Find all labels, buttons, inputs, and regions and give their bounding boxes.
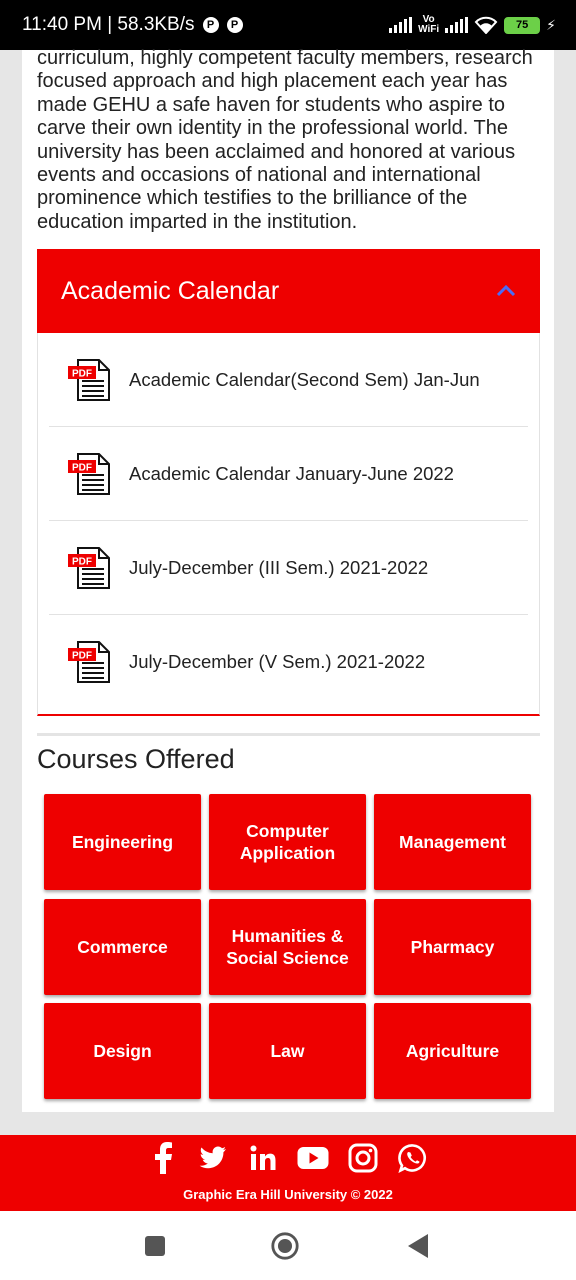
pdf-icon: PDF (68, 358, 110, 401)
facebook-icon[interactable] (145, 1141, 181, 1175)
list-item[interactable]: PDF July-December (III Sem.) 2021-2022 (49, 521, 528, 615)
status-right: Vo WiFi 75 ⚡ (389, 15, 556, 35)
status-time-speed: 11:40 PM | 58.3KB/s (22, 14, 195, 35)
wifi-icon (474, 16, 498, 34)
footer: Graphic Era Hill University © 2022 (0, 1135, 576, 1211)
section-divider (37, 733, 540, 736)
list-item[interactable]: PDF July-December (V Sem.) 2021-2022 (49, 615, 528, 709)
twitter-icon[interactable] (195, 1141, 231, 1175)
academic-calendar-header[interactable]: Academic Calendar (37, 249, 540, 333)
battery-level: 75 (516, 19, 529, 31)
chevron-up-icon[interactable] (496, 281, 516, 301)
notification-icon: P (202, 17, 219, 33)
vowifi-indicator: Vo WiFi (418, 15, 439, 35)
social-links (0, 1141, 576, 1175)
course-button-humanities[interactable]: Humanities & Social Science (209, 898, 366, 995)
signal-icon (445, 17, 469, 33)
copyright-text: Graphic Era Hill University © 2022 (183, 1187, 393, 1202)
course-button-law[interactable]: Law (209, 1003, 366, 1099)
pdf-icon: PDF (68, 641, 110, 683)
back-button[interactable] (403, 1231, 433, 1261)
calendar-item-label[interactable]: July-December (V Sem.) 2021-2022 (129, 651, 425, 673)
course-button-commerce[interactable]: Commerce (44, 898, 201, 995)
youtube-icon[interactable] (295, 1141, 331, 1175)
svg-text:PDF: PDF (72, 368, 92, 379)
pdf-icon: PDF (68, 546, 110, 589)
system-nav-bar (0, 1211, 576, 1280)
svg-text:PDF: PDF (72, 462, 92, 473)
course-button-agriculture[interactable]: Agriculture (374, 1003, 531, 1099)
signal-icon (389, 17, 413, 33)
course-button-computer-application[interactable]: Computer Application (209, 794, 366, 890)
recents-button[interactable] (140, 1231, 170, 1261)
course-button-management[interactable]: Management (374, 794, 531, 890)
vowifi-bottom: WiFi (418, 24, 440, 35)
calendar-item-label[interactable]: Academic Calendar January-June 2022 (129, 463, 454, 485)
academic-calendar-list: PDF Academic Calendar(Second Sem) Jan-Ju… (37, 333, 540, 716)
academic-calendar-title: Academic Calendar (61, 276, 280, 305)
calendar-item-label[interactable]: July-December (III Sem.) 2021-2022 (129, 557, 428, 579)
home-button[interactable] (270, 1231, 300, 1261)
status-left: 11:40 PM | 58.3KB/s P P (22, 14, 243, 36)
linkedin-icon[interactable] (245, 1141, 281, 1175)
svg-text:PDF: PDF (72, 556, 92, 567)
content-card: curriculum, highly competent faculty mem… (22, 47, 554, 1112)
course-button-engineering[interactable]: Engineering (44, 794, 201, 890)
list-item[interactable]: PDF Academic Calendar January-June 2022 (49, 427, 528, 521)
list-item[interactable]: PDF Academic Calendar(Second Sem) Jan-Ju… (49, 333, 528, 427)
calendar-item-label[interactable]: Academic Calendar(Second Sem) Jan-Jun (129, 369, 480, 391)
battery-icon: 75 (504, 16, 541, 34)
instagram-icon[interactable] (345, 1141, 381, 1175)
courses-title: Courses Offered (37, 744, 235, 774)
svg-text:PDF: PDF (72, 651, 92, 662)
courses-grid: Engineering Computer Application Managem… (44, 794, 532, 1099)
notification-icon: P (226, 17, 243, 33)
charging-icon: ⚡ (546, 16, 556, 33)
pdf-icon: PDF (68, 452, 110, 495)
intro-paragraph: curriculum, highly competent faculty mem… (37, 47, 533, 233)
status-bar: 11:40 PM | 58.3KB/s P P Vo WiFi 75 ⚡ (0, 0, 576, 50)
whatsapp-icon[interactable] (395, 1141, 431, 1175)
course-button-design[interactable]: Design (44, 1003, 201, 1099)
course-button-pharmacy[interactable]: Pharmacy (374, 898, 531, 995)
